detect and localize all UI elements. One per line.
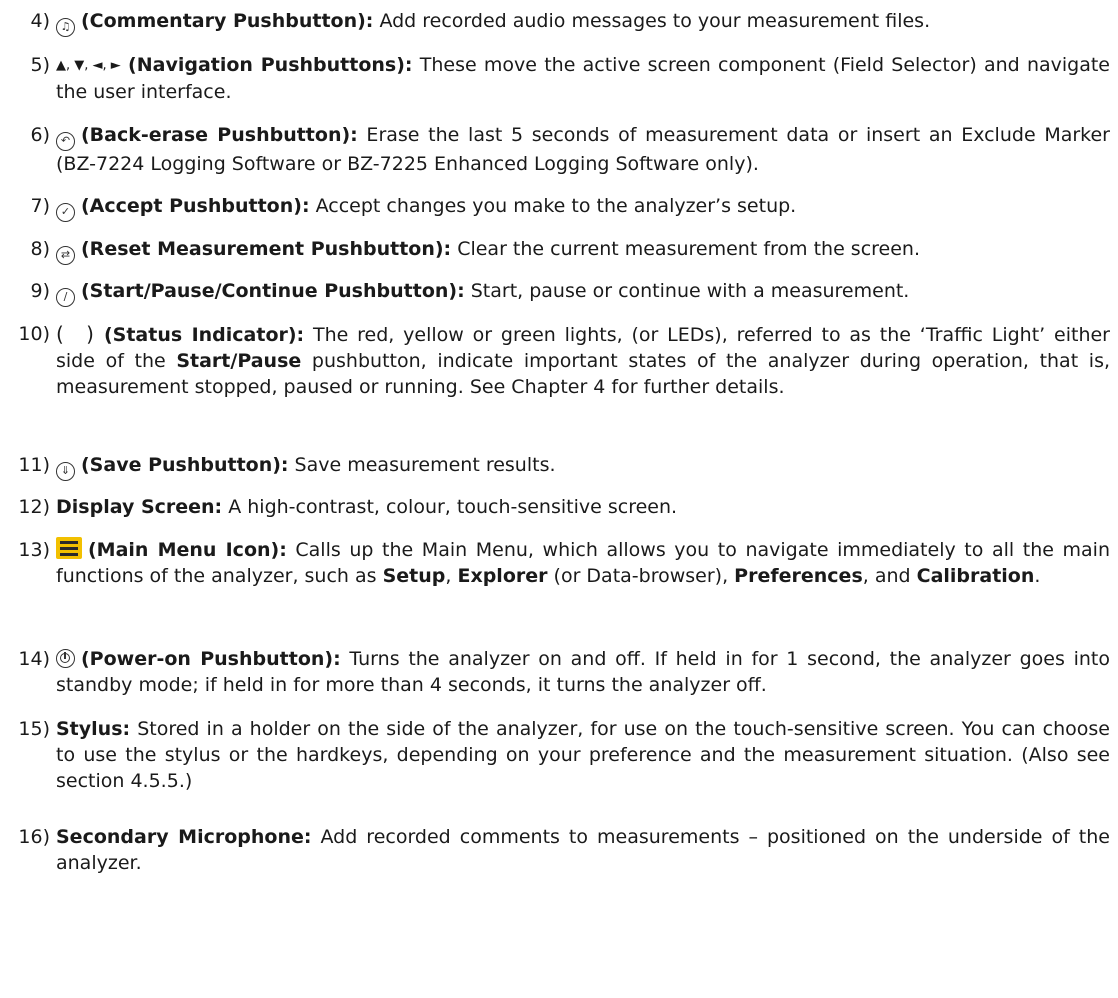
status-indicator-icon: ( ) [56, 322, 102, 346]
item-title: (Commentary Pushbutton): [81, 10, 374, 32]
item-title: (Save Pushbutton): [81, 454, 289, 476]
start-pause-icon: ∕ [56, 288, 75, 307]
item-title: Stylus: [56, 718, 131, 740]
item-number: 13) [18, 539, 50, 561]
item-text-bold: Explorer [457, 565, 548, 587]
item-number: 8) [30, 238, 50, 260]
item-number: 9) [30, 280, 50, 302]
item-title: (Power-on Pushbutton): [81, 648, 341, 670]
item-text: , and [862, 565, 917, 587]
navigation-arrows-icon: ▲, ▼, ◄, ► [56, 58, 121, 73]
item-title: (Reset Measurement Pushbutton): [81, 238, 452, 260]
accept-icon: ✓ [56, 203, 75, 222]
item-text: Clear the current measurement from the s… [451, 238, 920, 260]
item-text: Start, pause or continue with a measurem… [464, 280, 910, 302]
item-text: Save measurement results. [288, 454, 556, 476]
item-text: Add recorded audio messages to your meas… [373, 10, 931, 32]
item-title: (Status Indicator): [103, 324, 305, 346]
back-erase-icon: ↶ [56, 132, 75, 151]
item-text-bold: Start/Pause [176, 350, 302, 372]
item-title: (Start/Pause/Continue Pushbutton): [81, 280, 465, 302]
item-title: (Main Menu Icon): [88, 539, 287, 561]
reset-icon: ⇄ [56, 246, 75, 265]
item-title: Secondary Microphone: [56, 826, 312, 848]
item-text: A high-contrast, colour, touch-sensitive… [222, 496, 678, 518]
item-number: 16) [18, 826, 50, 848]
item-text: . [1034, 565, 1041, 587]
item-number: 11) [18, 454, 50, 476]
item-text: , [445, 565, 458, 587]
item-title: (Back-erase Pushbutton): [81, 124, 358, 146]
power-icon [56, 649, 75, 668]
item-title: (Accept Pushbutton): [81, 195, 310, 217]
item-number: 6) [30, 124, 50, 146]
item-number: 10) [18, 323, 50, 345]
item-number: 4) [30, 10, 50, 32]
item-title: (Navigation Pushbuttons): [128, 54, 413, 76]
commentary-icon: ♫ [56, 18, 75, 37]
item-text: Stored in a holder on the side of the an… [56, 718, 1110, 792]
main-menu-icon [56, 537, 82, 559]
item-text-bold: Calibration [916, 565, 1035, 587]
item-number: 14) [18, 648, 50, 670]
item-number: 7) [30, 195, 50, 217]
item-text-bold: Preferences [734, 565, 863, 587]
item-number: 5) [30, 54, 50, 76]
item-number: 15) [18, 718, 50, 740]
item-text: Accept changes you make to the analyzer’… [309, 195, 797, 217]
item-title: Display Screen: [56, 496, 223, 518]
save-icon: ⇓ [56, 462, 75, 481]
item-text: (or Data-browser), [547, 565, 735, 587]
item-text-bold: Setup [382, 565, 446, 587]
item-number: 12) [18, 496, 50, 518]
